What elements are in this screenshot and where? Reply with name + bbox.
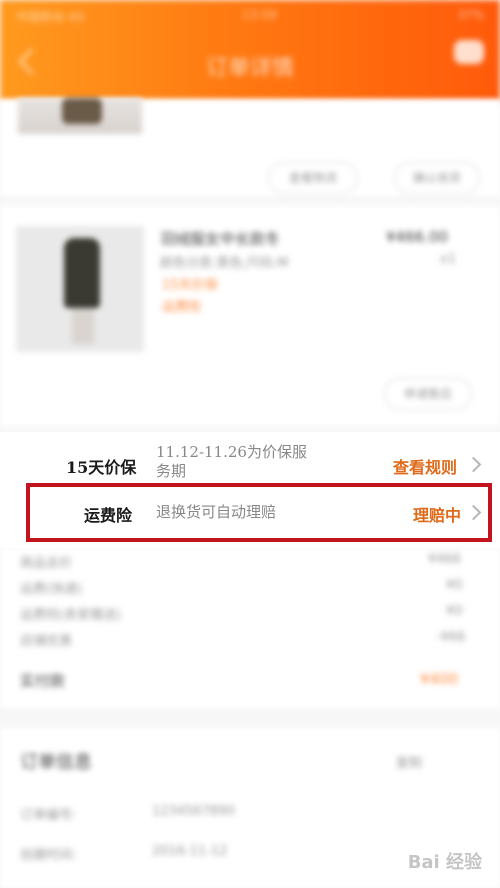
chat-icon[interactable] bbox=[454, 40, 484, 64]
copy-button[interactable]: 复制 bbox=[396, 752, 422, 771]
order-number-label: 订单编号: bbox=[20, 808, 77, 823]
price-protect-desc-line1: 11.12-11.26为价保服 bbox=[156, 443, 307, 461]
view-logistics-button[interactable]: 查看物流 bbox=[268, 162, 358, 194]
tag-price-protect: 15天价保 bbox=[162, 278, 218, 293]
price-protect-desc: 11.12-11.26为价保服 务期 bbox=[156, 443, 346, 481]
product-image-coat bbox=[64, 238, 100, 308]
created-time: 2016-11-12 bbox=[152, 844, 228, 859]
summary-label: 店铺优惠 bbox=[20, 634, 73, 649]
price-protect-label: 15天价保 bbox=[66, 458, 137, 477]
refund-button[interactable]: 申请售后 bbox=[384, 378, 472, 410]
status-bar: 中国移动 4G 13:59 37% bbox=[16, 8, 484, 24]
product-image[interactable] bbox=[16, 226, 144, 352]
carrier-text: 中国移动 4G bbox=[16, 10, 85, 24]
created-time-label: 创建时间: bbox=[20, 848, 77, 863]
summary-label: 运费险(卖家赠送) bbox=[20, 608, 122, 623]
product-thumbnail-top bbox=[18, 98, 142, 134]
clock-text: 13:59 bbox=[242, 8, 277, 22]
paid-label: 实付款 bbox=[20, 672, 66, 690]
highlight-box bbox=[26, 483, 492, 542]
summary-value: ¥0 bbox=[446, 578, 463, 593]
product-quantity: x1 bbox=[440, 252, 456, 267]
header-bar: 中国移动 4G 13:59 37% 订单详情 bbox=[0, 0, 500, 100]
battery-text: 37% bbox=[457, 8, 484, 22]
summary-label: 运费(快递) bbox=[20, 582, 83, 597]
confirm-receipt-button[interactable]: 确认收货 bbox=[394, 162, 480, 194]
product-price: ¥466.00 bbox=[386, 228, 449, 246]
order-number: 1234567890 bbox=[152, 804, 235, 819]
view-rules-link[interactable]: 查看规则 bbox=[393, 454, 457, 478]
paid-value: ¥400 bbox=[420, 670, 459, 688]
price-protect-desc-line2: 务期 bbox=[156, 462, 187, 480]
summary-value: ¥466 bbox=[428, 552, 462, 567]
order-info-title: 订单信息 bbox=[20, 752, 92, 773]
product-sku: 颜色分类:黑色;尺码:M bbox=[160, 256, 289, 271]
product-name[interactable]: 羽绒服女中长款冬 bbox=[160, 228, 280, 249]
summary-value: -¥66 bbox=[436, 630, 466, 645]
baidu-watermark: Bai 经验 bbox=[407, 852, 482, 873]
page-title: 订单详情 bbox=[205, 56, 294, 81]
product-image-legs bbox=[72, 308, 94, 344]
tag-shipping-insurance: 运费险 bbox=[162, 300, 202, 315]
summary-label: 商品总价 bbox=[20, 556, 73, 571]
summary-value: ¥0 bbox=[446, 604, 463, 619]
